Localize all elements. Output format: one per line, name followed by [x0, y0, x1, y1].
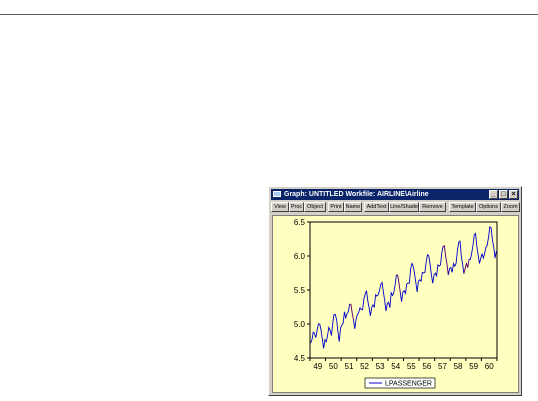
window-title: Graph: UNTITLED Workfile: AIRLINE\Airlin…: [284, 191, 429, 198]
object-button[interactable]: Object: [304, 202, 326, 212]
x-tick-label: 52: [360, 362, 369, 371]
zoom-button[interactable]: Zoom: [501, 202, 520, 212]
maximize-button[interactable]: □: [499, 190, 508, 199]
y-tick-label: 5.5: [294, 286, 306, 295]
top-rule: [0, 14, 538, 15]
series-overlay-segment: [349, 303, 354, 320]
template-button[interactable]: Template: [449, 202, 476, 212]
series-layer: [310, 225, 497, 349]
y-axis: 4.5 5.0 5.5 6.0 6.5: [294, 218, 310, 363]
x-tick-label: 57: [438, 362, 447, 371]
name-button[interactable]: Name: [344, 202, 362, 212]
x-tick-label: 49: [313, 362, 322, 371]
title-bar[interactable]: Graph: UNTITLED Workfile: AIRLINE\Airlin…: [271, 189, 519, 200]
x-tick-label: 60: [485, 362, 494, 371]
x-tick-label: 53: [376, 362, 385, 371]
x-tick-label: 51: [345, 362, 354, 371]
y-tick-label: 5.0: [294, 320, 306, 329]
legend-label: LPASSENGER: [385, 381, 432, 388]
graph-window[interactable]: Graph: UNTITLED Workfile: AIRLINE\Airlin…: [268, 186, 522, 396]
x-tick-label: 55: [407, 362, 416, 371]
minimize-button[interactable]: _: [489, 190, 498, 199]
print-button[interactable]: Print: [328, 202, 344, 212]
y-tick-label: 6.0: [294, 252, 306, 261]
proc-button[interactable]: Proc: [289, 202, 304, 212]
x-tick-label: 54: [391, 362, 400, 371]
legend: LPASSENGER: [364, 377, 436, 389]
remove-button[interactable]: Remove: [419, 202, 446, 212]
line-shade-button[interactable]: Line/Shade: [389, 202, 419, 212]
close-button[interactable]: ×: [509, 190, 518, 199]
x-axis: 49 50 51 52 53 54 55 56 57 58 59 60: [309, 358, 498, 371]
x-tick-label: 59: [469, 362, 478, 371]
x-tick-label: 50: [329, 362, 338, 371]
line-chart: 4.5 5.0 5.5 6.0 6.5 49 50 51 52 53 54 55 56 57 58 59 60…: [294, 218, 498, 389]
plot-frame: [309, 221, 498, 359]
y-tick-label: 4.5: [294, 354, 306, 363]
x-tick-label: 56: [422, 362, 431, 371]
graph-window-icon: [273, 191, 281, 197]
addtext-button[interactable]: AddText: [364, 202, 389, 212]
options-button[interactable]: Options: [476, 202, 501, 212]
y-tick-label: 6.5: [294, 218, 306, 227]
view-button[interactable]: View: [271, 202, 289, 212]
series-overlay-segment: [442, 245, 449, 276]
series-line-lpassenger: [310, 225, 497, 349]
graph-area[interactable]: 4.5 5.0 5.5 6.0 6.5 49 50 51 52 53 54 55 56 57 58 59 60…: [272, 215, 519, 393]
series-overlay-segment: [396, 274, 401, 293]
x-tick-label: 58: [454, 362, 463, 371]
graph-toolbar: View Proc Object Print Name AddText Line…: [271, 202, 521, 212]
